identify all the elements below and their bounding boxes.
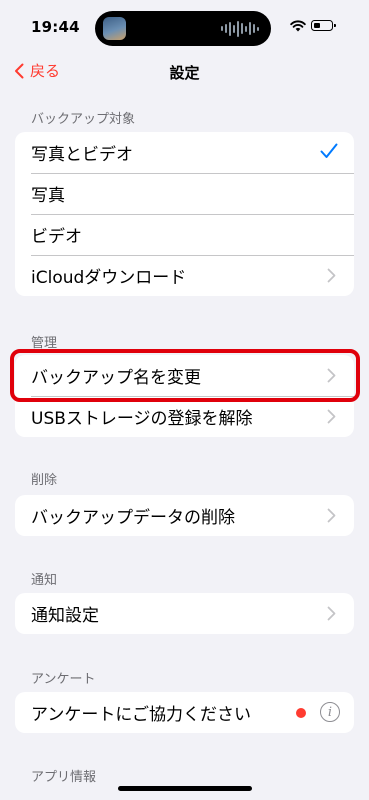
option-label: 写真 — [31, 186, 65, 206]
wifi-icon — [290, 20, 306, 32]
delete-group: バックアップデータの削除 — [15, 495, 354, 536]
now-playing-artwork — [103, 17, 126, 40]
page-title: 設定 — [169, 64, 200, 82]
status-bar: 19:44 — [0, 0, 369, 56]
delete-backup-data-row[interactable]: バックアップデータの削除 — [15, 495, 354, 536]
battery-icon — [311, 20, 336, 31]
info-icon[interactable]: i — [320, 702, 340, 722]
dynamic-island[interactable] — [95, 11, 271, 46]
unregister-usb-storage-row[interactable]: USBストレージの登録を解除 — [15, 396, 354, 437]
option-videos[interactable]: ビデオ — [15, 214, 354, 255]
status-time: 19:44 — [31, 18, 80, 36]
section-header-delete: 削除 — [31, 473, 58, 488]
option-label: ビデオ — [31, 227, 82, 247]
survey-row[interactable]: アンケートにご協力ください i — [15, 692, 354, 733]
notification-group: 通知設定 — [15, 593, 354, 634]
row-label: バックアップデータの削除 — [31, 508, 235, 528]
option-icloud-download[interactable]: iCloudダウンロード — [15, 255, 354, 296]
highlight-box — [10, 349, 360, 402]
checkmark-icon — [320, 143, 338, 158]
chevron-right-icon — [327, 508, 336, 523]
navigation-bar: 戻る 設定 — [0, 56, 369, 88]
section-header-backup-target: バックアップ対象 — [31, 112, 136, 127]
home-indicator[interactable] — [118, 786, 252, 791]
notification-dot — [296, 708, 306, 718]
option-label: 写真とビデオ — [31, 145, 133, 165]
section-header-survey: アンケート — [31, 672, 96, 687]
option-photos-and-videos[interactable]: 写真とビデオ — [15, 132, 354, 173]
chevron-right-icon — [327, 409, 336, 424]
row-label: アンケートにご協力ください — [31, 705, 251, 725]
section-header-notification: 通知 — [31, 573, 58, 588]
audio-waveform-icon — [221, 20, 259, 37]
section-header-app-info: アプリ情報 — [31, 770, 97, 785]
option-label: iCloudダウンロード — [31, 268, 187, 288]
survey-group: アンケートにご協力ください i — [15, 692, 354, 733]
row-label: 通知設定 — [31, 606, 99, 626]
chevron-right-icon — [327, 268, 336, 283]
chevron-right-icon — [327, 606, 336, 621]
row-label: USBストレージの登録を解除 — [31, 409, 253, 429]
notification-settings-row[interactable]: 通知設定 — [15, 593, 354, 634]
backup-target-group: 写真とビデオ 写真 ビデオ iCloudダウンロード — [15, 132, 354, 296]
option-photos[interactable]: 写真 — [15, 173, 354, 214]
